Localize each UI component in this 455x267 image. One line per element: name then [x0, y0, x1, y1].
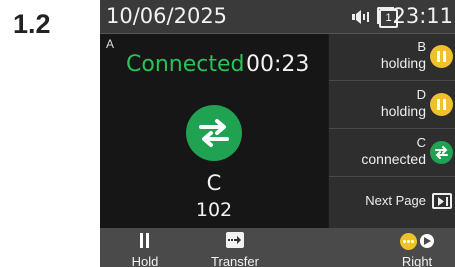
line-keys-panel: B holding D holding C connected Next Pag… — [329, 34, 455, 228]
hold-icon — [430, 45, 453, 68]
active-line-letter: A — [106, 37, 115, 51]
line-state: holding — [380, 55, 426, 71]
line-state: connected — [361, 151, 426, 167]
right-label: Right — [401, 254, 433, 267]
status-date: 10/06/2025 — [106, 4, 228, 28]
softkey-bar: Hold Transfer Right — [100, 228, 455, 267]
caller-name: C — [206, 171, 222, 195]
line-id: C — [416, 135, 426, 150]
status-bar: 10/06/2025 1 23:11 — [100, 0, 455, 34]
status-time: 23:11 — [392, 4, 453, 28]
next-page-label: Next Page — [365, 193, 426, 208]
transfer-arrows-icon — [186, 105, 242, 161]
next-page-icon — [432, 193, 452, 209]
transfer-softkey[interactable]: Transfer — [200, 228, 270, 267]
line-state: holding — [380, 103, 426, 119]
line-key-c[interactable]: C connected — [329, 130, 455, 177]
connected-arrows-icon — [430, 141, 453, 164]
right-softkey[interactable]: Right — [382, 228, 452, 267]
pause-icon — [139, 233, 151, 248]
next-page-button[interactable]: Next Page — [329, 178, 455, 225]
transfer-label: Transfer — [211, 254, 259, 267]
hold-icon — [430, 93, 453, 116]
speaker-icon — [352, 9, 372, 30]
more-icon — [400, 233, 417, 250]
line-key-d[interactable]: D holding — [329, 82, 455, 129]
phone-screen: 10/06/2025 1 23:11 A Connected 00:23 C 1… — [100, 0, 455, 267]
line-id: B — [417, 39, 426, 54]
call-timer: 00:23 — [246, 52, 310, 77]
active-call-panel: A Connected 00:23 C 102 — [100, 34, 328, 228]
hold-label: Hold — [131, 254, 159, 267]
hold-softkey[interactable]: Hold — [110, 228, 180, 267]
line-id: D — [416, 87, 426, 102]
caller-number: 102 — [195, 199, 233, 221]
step-label: 1.2 — [13, 9, 51, 39]
play-icon — [420, 234, 434, 248]
transfer-icon — [226, 232, 244, 248]
line-key-b[interactable]: B holding — [329, 34, 455, 81]
call-status: Connected — [126, 52, 245, 77]
